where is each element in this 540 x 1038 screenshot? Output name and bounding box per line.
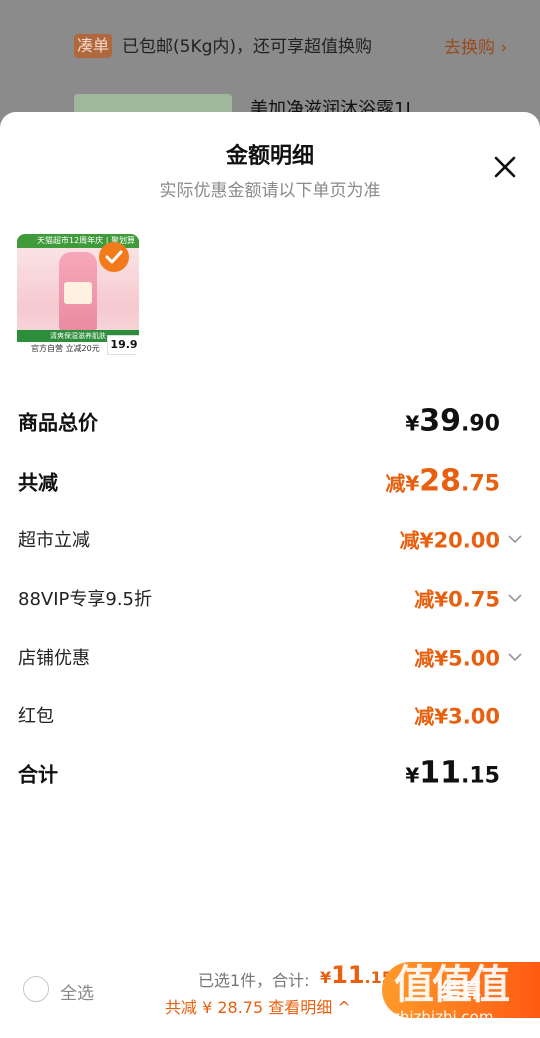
bottle-label bbox=[64, 282, 92, 304]
row-value: ¥11.15 bbox=[405, 755, 500, 791]
sheet-title: 金额明细 bbox=[225, 144, 314, 169]
select-all-label[interactable]: 全选 bbox=[60, 979, 94, 1004]
row-label: 合计 bbox=[18, 762, 58, 787]
row-label: 共减 bbox=[18, 470, 58, 495]
shipping-notice: 已包邮(5Kg内)，还可享超值换购 bbox=[122, 37, 373, 57]
watermark-url: zhizhizhi.com bbox=[392, 1008, 494, 1026]
row-label: 红包 bbox=[18, 706, 54, 727]
chevron-down-icon[interactable] bbox=[508, 534, 522, 544]
watermark: 值值值 zhizhizhi.com bbox=[392, 952, 540, 1038]
row-red-packet: 红包 减¥3.00 bbox=[18, 695, 522, 735]
checkmark-icon[interactable] bbox=[99, 242, 129, 272]
row-value: 减¥0.75 bbox=[414, 587, 500, 612]
chevron-down-icon[interactable] bbox=[508, 652, 522, 662]
row-label: 店铺优惠 bbox=[18, 648, 90, 669]
thumbnail-footer-text: 官方自营 立减20元 bbox=[31, 344, 100, 353]
row-value: 减¥3.00 bbox=[414, 704, 500, 729]
row-value: 减¥28.75 bbox=[385, 463, 500, 499]
close-icon[interactable] bbox=[490, 152, 520, 182]
row-label: 商品总价 bbox=[18, 410, 98, 435]
background-card-thumbnail bbox=[74, 94, 232, 114]
selected-count: 已选1件，合计: bbox=[198, 971, 310, 990]
row-total-discount: 共减 减¥28.75 bbox=[18, 461, 522, 501]
bundle-badge: 凑单 bbox=[74, 34, 112, 58]
chevron-down-icon[interactable] bbox=[508, 593, 522, 603]
swap-link[interactable]: 去换购 › bbox=[444, 33, 507, 58]
thumbnail-price: 19.9 bbox=[107, 335, 139, 355]
row-label: 超市立减 bbox=[18, 530, 90, 551]
sheet-subtitle: 实际优惠金额请以下单页为准 bbox=[159, 181, 381, 201]
row-store-discount[interactable]: 店铺优惠 减¥5.00 bbox=[18, 637, 522, 677]
row-value: 减¥5.00 bbox=[414, 646, 500, 671]
row-label: 88VIP专享9.5折 bbox=[18, 589, 153, 610]
row-total: 合计 ¥11.15 bbox=[18, 753, 522, 793]
row-vip-discount[interactable]: 88VIP专享9.5折 减¥0.75 bbox=[18, 578, 522, 618]
row-value: 减¥20.00 bbox=[399, 528, 500, 553]
price-detail-sheet: 金额明细 实际优惠金额请以下单页为准 天猫超市12周年庆 | 聚划算 清爽保湿滋… bbox=[0, 112, 540, 1038]
view-details-link[interactable]: 共减 ¥ 28.75 查看明细 ^ bbox=[165, 994, 351, 1018]
row-supermarket-discount[interactable]: 超市立减 减¥20.00 bbox=[18, 519, 522, 559]
watermark-logo: 值值值 bbox=[394, 962, 510, 1008]
row-value: ¥39.90 bbox=[405, 403, 500, 439]
select-all-radio[interactable] bbox=[23, 976, 49, 1002]
row-subtotal: 商品总价 ¥39.90 bbox=[18, 401, 522, 441]
